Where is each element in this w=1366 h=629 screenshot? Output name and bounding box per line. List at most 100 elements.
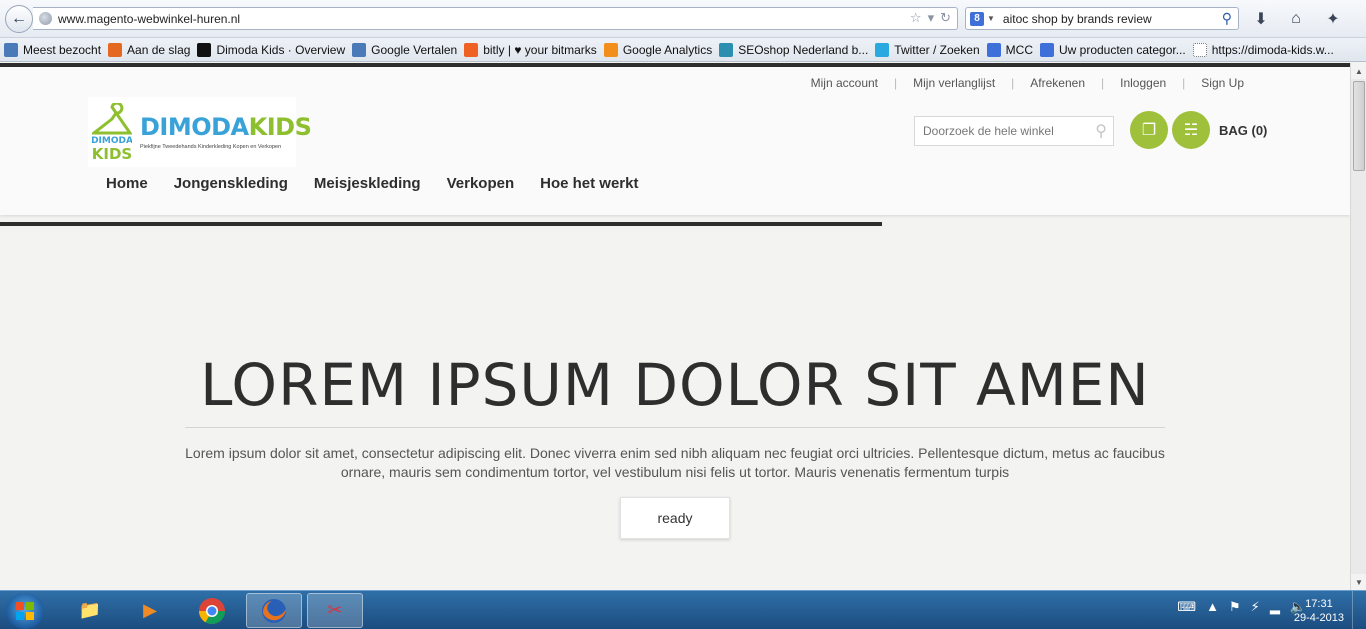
scroll-down-icon[interactable]: ▼ [1351,574,1366,590]
login-link[interactable]: Inloggen [1104,76,1182,90]
bookmark-item[interactable]: Aan de slag [108,42,191,57]
reload-icon[interactable]: ↻ [940,10,951,26]
most-visited-icon [4,42,18,57]
hero-ready-button[interactable]: ready [620,497,730,539]
bag-label[interactable]: BAG (0) [1219,123,1267,138]
main-navigation: Home Jongenskleding Meisjeskleding Verko… [93,175,651,192]
svg-text:KIDS: KIDS [92,145,132,163]
p-icon [197,42,212,57]
hero-text: Lorem ipsum dolor sit amet, consectetur … [175,444,1175,482]
nav-hoe-het-werkt[interactable]: Hoe het werkt [527,175,651,192]
wishlist-link[interactable]: Mijn verlanglijst [897,76,1011,90]
bookmark-item[interactable]: Twitter / Zoeken [875,42,980,57]
explorer-icon[interactable]: 📁 [62,593,118,628]
power-icon[interactable]: ⚡ [1251,599,1260,615]
download-icon[interactable]: ⬇ [1250,8,1272,30]
search-icon[interactable]: ⚲ [1095,121,1107,141]
checkout-link[interactable]: Afrekenen [1014,76,1101,90]
google-icon [1039,42,1054,57]
hero-divider [185,427,1165,428]
bookmark-item[interactable]: Uw producten categor... [1039,42,1186,57]
cart-button[interactable]: ☵ [1172,111,1210,149]
site-search-placeholder: Doorzoek de hele winkel [923,124,1054,138]
bookmark-item[interactable]: MCC [986,42,1033,57]
windows-logo-icon [16,602,34,620]
start-button[interactable] [6,593,44,629]
bookmark-item[interactable]: Google Analytics [603,42,713,57]
network-signal-icon[interactable]: ▂ [1270,599,1280,615]
bookmark-label: MCC [1005,42,1033,57]
logo-word-dimoda: DIMODA [140,113,249,141]
nav-home[interactable]: Home [93,175,161,192]
nav-meisjeskleding[interactable]: Meisjeskleding [301,175,434,192]
page-viewport: Mijn account | Mijn verlanglijst | Afreken… [0,63,1350,590]
bookmark-label: Uw producten categor... [1058,42,1186,57]
firefox-icon [108,42,123,57]
scroll-up-icon[interactable]: ▲ [1351,63,1366,79]
my-account-link[interactable]: Mijn account [795,76,894,90]
logo-word-kids: KIDS [248,113,312,141]
copy-icon: ❐ [1141,122,1157,139]
site-header: Mijn account | Mijn verlanglijst | Afreken… [0,67,1350,215]
bookmark-item[interactable]: SEOshop Nederland b... [719,42,869,57]
nav-jongenskleding[interactable]: Jongenskleding [161,175,301,192]
nav-verkopen[interactable]: Verkopen [434,175,528,192]
bookmark-star-icon[interactable]: ☆ [910,10,922,26]
bookmark-item[interactable]: Meest bezocht [4,42,102,57]
system-clock[interactable]: 17:31 29-4-2013 [1294,597,1344,625]
windows-taskbar: 📁 ▶ ✂ ⌨ ▲ ⚑ ⚡ ▂ 🔈 17:31 29-4-2013 [0,590,1366,629]
bitly-icon [464,42,479,57]
browser-search-box[interactable]: 8 ▼ aitoc shop by brands review ⚲ [965,7,1239,30]
addon-icon[interactable]: ✦ [1322,8,1344,30]
home-icon[interactable]: ⌂ [1285,8,1307,30]
engine-dropdown-icon[interactable]: ▼ [987,14,995,23]
bookmark-item[interactable]: Dimoda Kids · Overview [197,42,345,57]
address-bar[interactable]: www.magento-webwinkel-huren.nl ☆ ▾ ↻ [33,7,958,30]
page-scrollbar[interactable]: ▲ ▼ [1350,63,1366,590]
basket-icon: ☵ [1183,122,1199,139]
bookmarks-bar: Meest bezocht Aan de slag Dimoda Kids · Ov… [0,38,1366,62]
bookmark-label: Aan de slag [127,42,191,57]
bookmark-label: Meest bezocht [23,42,102,57]
bookmark-label: https://dimoda-kids.w... [1211,42,1334,57]
globe-icon [39,12,52,25]
site-search-input[interactable]: Doorzoek de hele winkel ⚲ [914,116,1114,146]
keyboard-icon[interactable]: ⌨ [1177,599,1196,615]
dropdown-arrow-icon[interactable]: ▾ [928,10,935,26]
twitter-icon [875,42,890,57]
site-logo[interactable]: DIMODA KIDS DIMODAKIDS Piekfijne Tweedeh… [88,97,312,167]
search-icon[interactable]: ⚲ [1222,10,1232,27]
compare-button[interactable]: ❐ [1130,111,1168,149]
chrome-icon[interactable] [184,593,240,628]
hero-text-line-2: ornare, mauris sem condimentum tortor, v… [340,464,1010,480]
bookmark-label: Google Analytics [622,42,713,57]
blank-page-icon [1192,42,1207,57]
bookmark-item[interactable]: Google Vertalen [352,42,458,57]
show-desktop-button[interactable] [1352,591,1366,629]
bookmark-label: SEOshop Nederland b... [738,42,869,57]
browser-toolbar: ← www.magento-webwinkel-huren.nl ☆ ▾ ↻ 8… [0,0,1366,38]
back-button[interactable]: ← [5,5,33,33]
bookmark-item[interactable]: https://dimoda-kids.w... [1192,42,1334,57]
media-player-icon[interactable]: ▶ [122,593,178,628]
account-links: Mijn account | Mijn verlanglijst | Afreken… [795,76,1260,90]
analytics-icon [603,42,618,57]
bookmark-label: Twitter / Zoeken [894,42,980,57]
system-tray: ⌨ ▲ ⚑ ⚡ ▂ 🔈 [1177,599,1306,615]
slider-progress-bar [0,222,882,226]
hanger-logo-icon: DIMODA KIDS [92,103,132,163]
signup-link[interactable]: Sign Up [1185,76,1260,90]
hero-text-line-1: Lorem ipsum dolor sit amet, consectetur … [185,445,1165,461]
firefox-icon[interactable] [246,593,302,628]
tray-expand-icon[interactable]: ▲ [1206,599,1219,615]
bookmark-item[interactable]: bitly | ♥ your bitmarks [464,42,597,57]
google-icon[interactable]: 8 [970,11,984,26]
url-text: www.magento-webwinkel-huren.nl [58,11,241,26]
action-center-flag-icon[interactable]: ⚑ [1229,599,1241,615]
bookmark-label: Google Vertalen [371,42,458,57]
snipping-tool-icon[interactable]: ✂ [307,593,363,628]
browser-search-input[interactable]: aitoc shop by brands review [1003,12,1222,26]
seoshop-icon [719,42,734,57]
scroll-thumb[interactable] [1353,81,1365,171]
hero-title: LOREM IPSUM DOLOR SIT AMEN [200,351,1150,419]
